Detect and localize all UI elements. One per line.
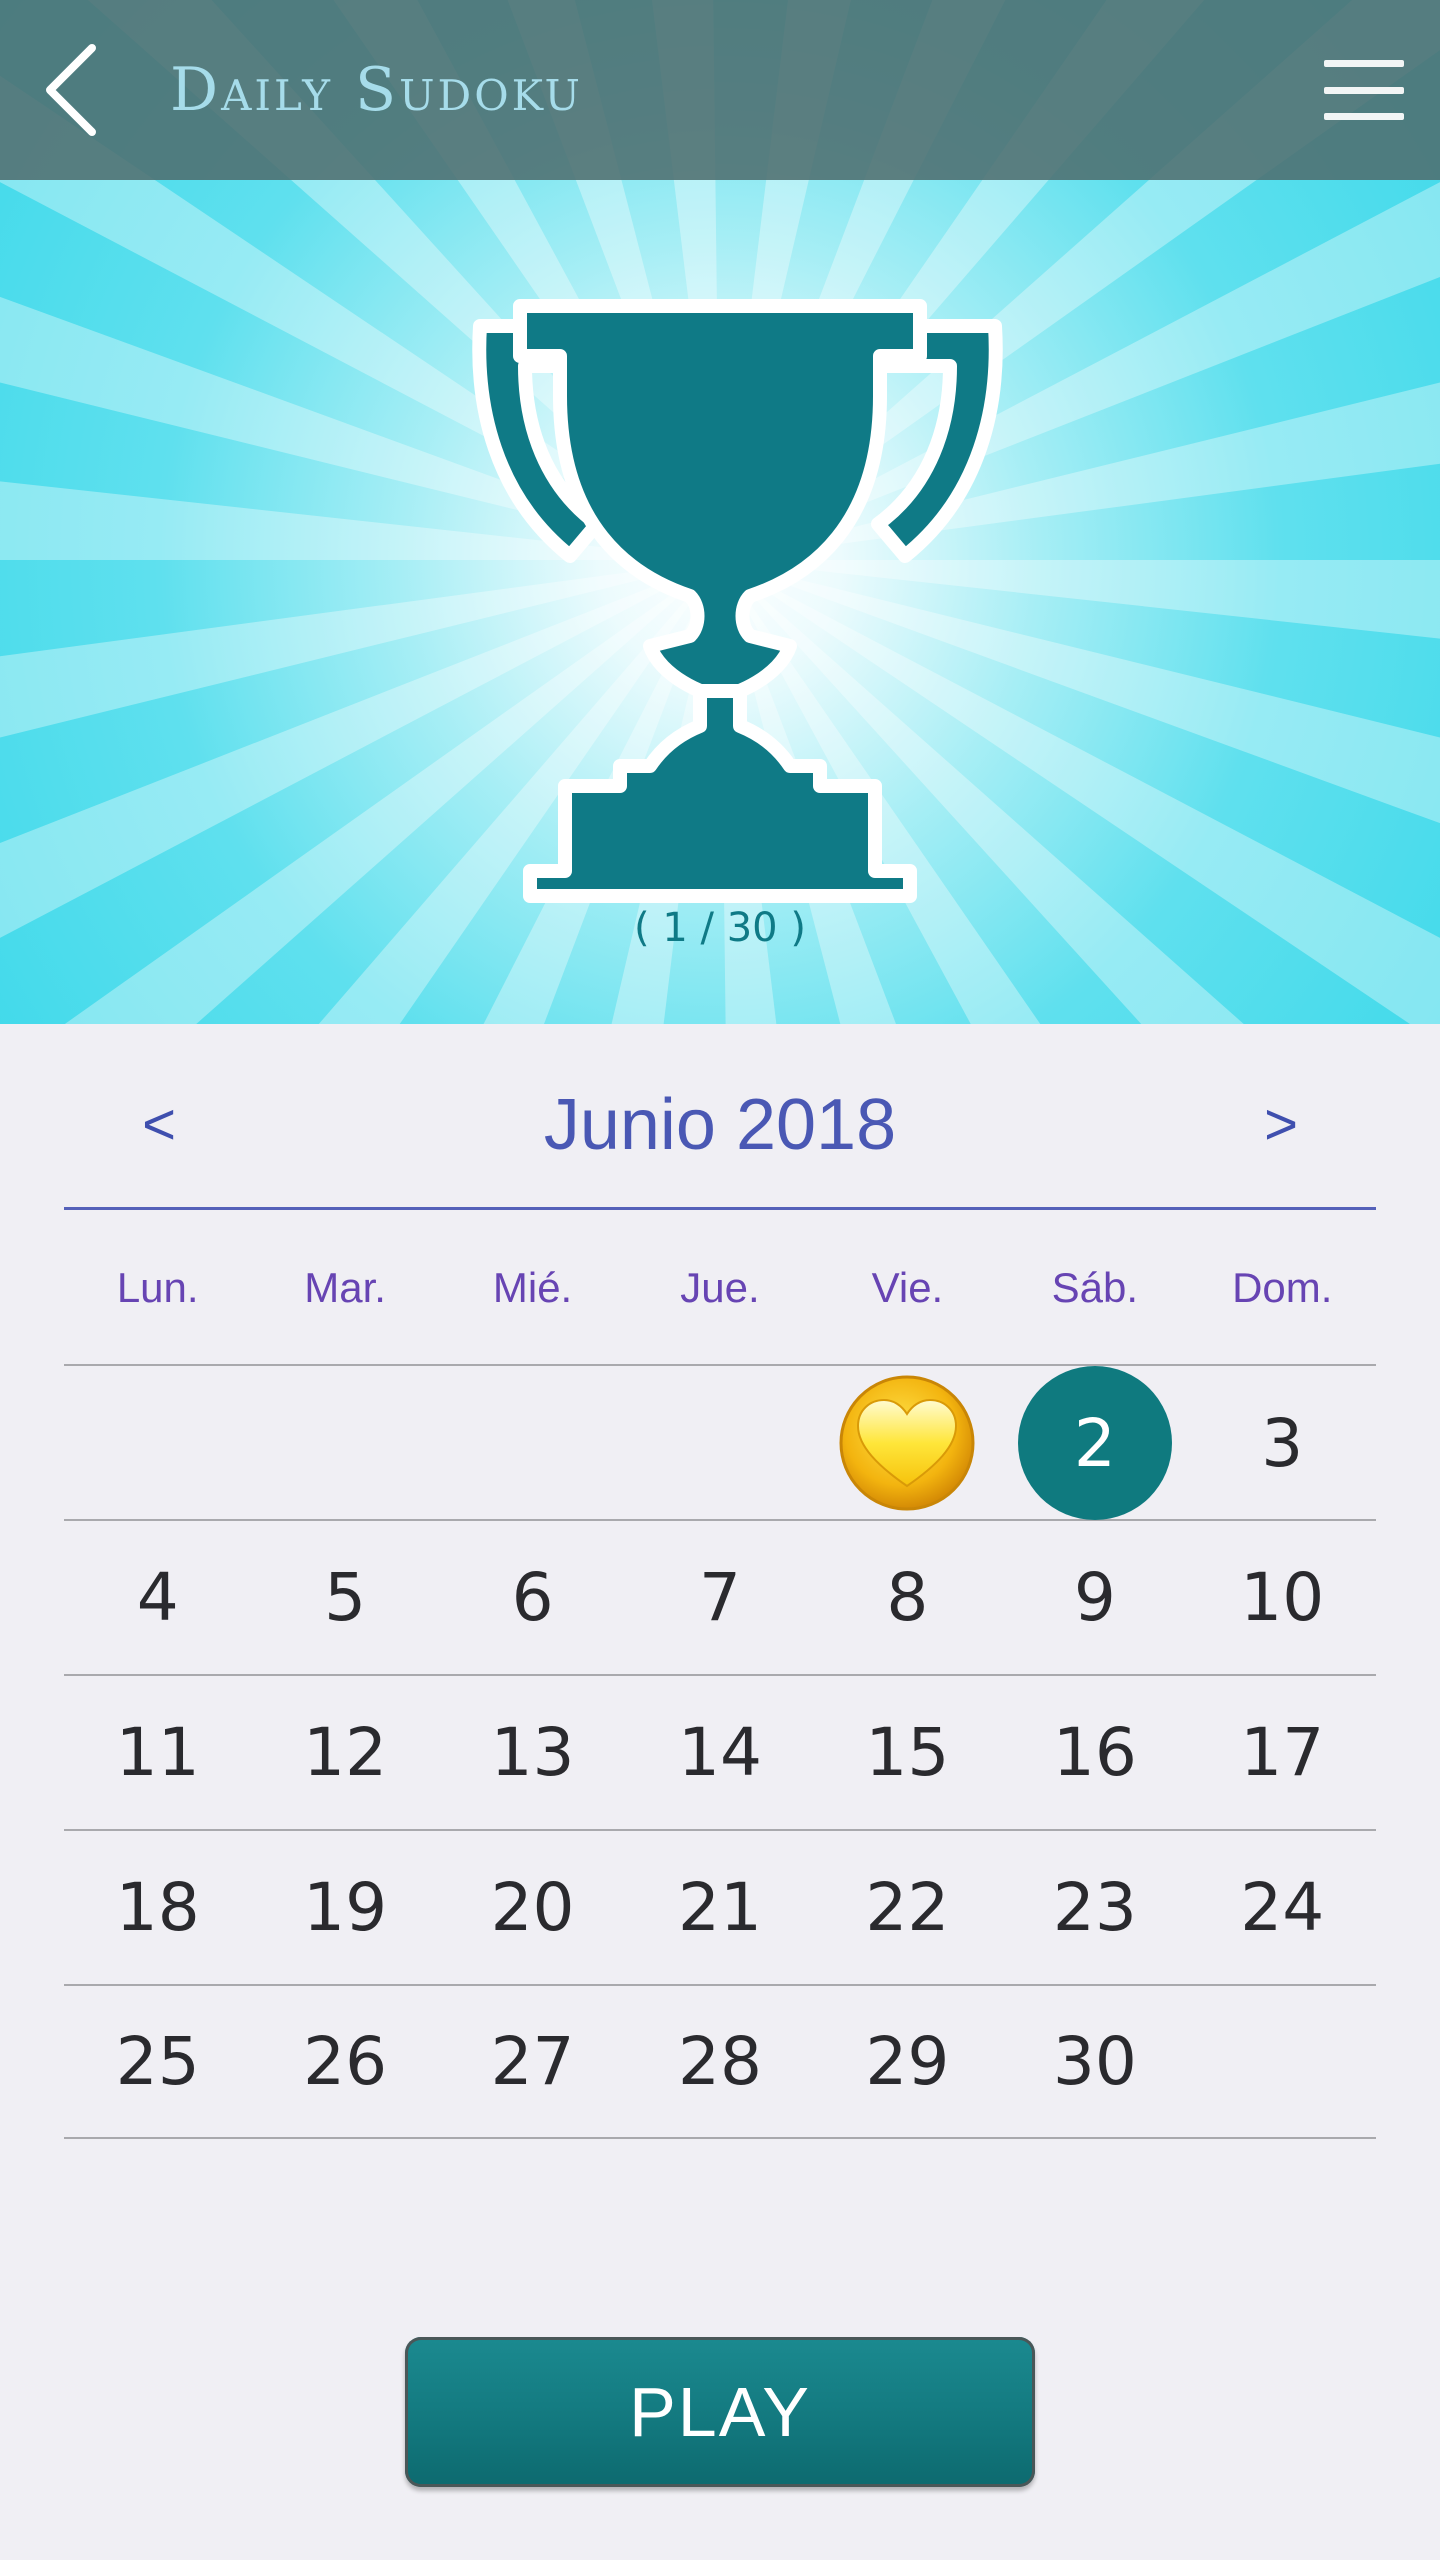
calendar-day[interactable]: 14	[626, 1676, 813, 1829]
calendar-day[interactable]: 11	[64, 1676, 251, 1829]
calendar-day[interactable]: 29	[814, 1986, 1001, 2137]
calendar-day[interactable]: 24	[1189, 1831, 1376, 1984]
weekday-label: Mar.	[304, 1264, 386, 1311]
hamburger-menu-icon	[1324, 60, 1404, 67]
calendar-week: 11 12 13 14 15 16 17	[64, 1674, 1376, 1829]
empty-day	[1189, 1986, 1376, 2137]
calendar-day[interactable]: 7	[626, 1521, 813, 1674]
selected-day-circle: 2	[1017, 1366, 1172, 1520]
calendar-day[interactable]: 25	[64, 1986, 251, 2137]
previous-month-button[interactable]: <	[104, 1080, 214, 1170]
calendar-day[interactable]: 5	[251, 1521, 438, 1674]
calendar-day[interactable]: 21	[626, 1831, 813, 1984]
next-month-button[interactable]: >	[1226, 1080, 1336, 1170]
calendar-day[interactable]: 17	[1189, 1676, 1376, 1829]
menu-button[interactable]	[1320, 48, 1410, 132]
weekday-label: Dom.	[1232, 1264, 1333, 1311]
progress-counter: ( 1 / 30 )	[634, 905, 806, 951]
weekday-label: Vie.	[871, 1264, 944, 1311]
calendar-day[interactable]: 23	[1001, 1831, 1188, 1984]
calendar-day[interactable]: 3	[1189, 1366, 1376, 1520]
calendar-day-completed[interactable]	[814, 1366, 1001, 1520]
calendar-day[interactable]: 6	[439, 1521, 626, 1674]
calendar-day[interactable]: 10	[1189, 1521, 1376, 1674]
calendar-day[interactable]: 18	[64, 1831, 251, 1984]
calendar-day[interactable]: 22	[814, 1831, 1001, 1984]
trophy-icon	[472, 299, 1003, 903]
calendar-grid: 2 3 4 5 6 7 8 9 10 11 12 13 14 15 16 17 …	[64, 1364, 1376, 2139]
calendar-day[interactable]: 28	[626, 1986, 813, 2137]
month-divider	[64, 1207, 1376, 1210]
weekday-label: Jue.	[680, 1264, 760, 1311]
app-title: Daily Sudoku	[170, 55, 583, 125]
calendar-day[interactable]: 9	[1001, 1521, 1188, 1674]
calendar-week: 2 3	[64, 1364, 1376, 1520]
month-title: Junio 2018	[543, 1085, 897, 1165]
weekday-label: Lun.	[116, 1264, 199, 1311]
calendar-day[interactable]: 8	[814, 1521, 1001, 1674]
weekday-label: Sáb.	[1051, 1264, 1139, 1311]
calendar-day[interactable]: 12	[251, 1676, 438, 1829]
weekday-header: Lun. Mar. Mié. Jue. Vie. Sáb. Dom.	[64, 1212, 1376, 1364]
play-button[interactable]: PLAY	[405, 2337, 1035, 2487]
empty-day	[251, 1366, 438, 1520]
calendar-day[interactable]: 13	[439, 1676, 626, 1829]
calendar-week: 4 5 6 7 8 9 10	[64, 1519, 1376, 1674]
calendar-day[interactable]: 30	[1001, 1986, 1188, 2137]
calendar-day[interactable]: 15	[814, 1676, 1001, 1829]
calendar-week: 25 26 27 28 29 30	[64, 1984, 1376, 2139]
calendar-day[interactable]: 16	[1001, 1676, 1188, 1829]
back-button[interactable]	[20, 30, 120, 150]
app-bar: Daily Sudoku	[0, 0, 1440, 180]
month-navigation: < Junio 2018 >	[64, 1040, 1376, 1210]
chevron-left-icon	[46, 44, 96, 136]
empty-day	[64, 1366, 251, 1520]
calendar-day[interactable]: 26	[251, 1986, 438, 2137]
calendar-day[interactable]: 20	[439, 1831, 626, 1984]
empty-day	[626, 1366, 813, 1520]
hamburger-menu-icon	[1324, 86, 1404, 94]
empty-day	[439, 1366, 626, 1520]
calendar-day[interactable]: 27	[439, 1986, 626, 2137]
calendar-day[interactable]: 4	[64, 1521, 251, 1674]
calendar-day[interactable]: 19	[251, 1831, 438, 1984]
calendar-day-selected[interactable]: 2	[1001, 1366, 1188, 1520]
calendar-week: 18 19 20 21 22 23 24	[64, 1829, 1376, 1984]
gold-heart-icon	[839, 1375, 975, 1511]
weekday-label: Mié.	[492, 1264, 573, 1311]
hamburger-menu-icon	[1324, 113, 1404, 120]
